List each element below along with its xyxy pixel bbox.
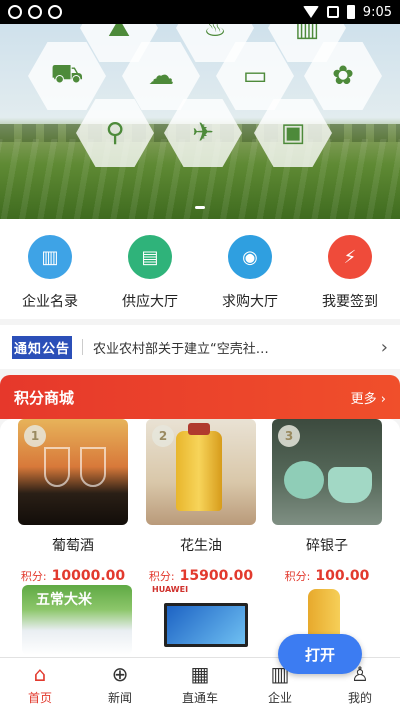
product-price: 积分: 100.00 bbox=[284, 568, 370, 584]
sync-icon bbox=[28, 5, 42, 19]
more-link[interactable]: 更多 › bbox=[351, 388, 386, 407]
battery-icon bbox=[346, 5, 355, 19]
product-image-wine: 1 bbox=[18, 419, 128, 525]
quick-menu: ▥ 企业名录 ▤ 供应大厅 ◉ 求购大厅 ⚡ 我要签到 bbox=[0, 219, 400, 319]
lightning-icon: ⚡ bbox=[328, 235, 372, 279]
product-card[interactable]: 3 碎银子 积分: 100.00 bbox=[272, 419, 382, 584]
product-card[interactable]: 1 葡萄酒 积分: 10000.00 bbox=[18, 419, 128, 584]
tab-news[interactable]: ⊕ 新闻 bbox=[80, 658, 160, 711]
product-image-oil: 2 bbox=[146, 419, 256, 525]
chevron-right-icon: › bbox=[380, 336, 388, 358]
home-icon: ⌂ bbox=[33, 662, 47, 686]
quick-item-supply[interactable]: ▤ 供应大厅 bbox=[105, 235, 195, 319]
notice-badge: 通知公告 bbox=[12, 335, 73, 359]
notification-icon bbox=[8, 5, 22, 19]
hero-banner[interactable]: ⛰ ♨ ▥ ⛟ ☁ ▭ ✿ ⚲ ✈ ▣ bbox=[0, 24, 400, 219]
grid-icon: ▦ bbox=[190, 662, 210, 686]
open-app-button[interactable]: 打开 bbox=[278, 634, 362, 674]
product-price: 积分: 10000.00 bbox=[20, 568, 126, 584]
tab-home[interactable]: ⌂ 首页 bbox=[0, 658, 80, 711]
folder-icon: ▤ bbox=[128, 235, 172, 279]
notice-bar[interactable]: 通知公告 农业农村部关于建立“空壳社… › bbox=[0, 325, 400, 369]
product-price: 积分: 15900.00 bbox=[148, 568, 254, 584]
status-time: 9:05 bbox=[362, 4, 392, 20]
app-screen: 9:05 ⛰ ♨ ▥ ⛟ ☁ ▭ ✿ ⚲ ✈ ▣ ▥ 企业名录 ▤ 供应大厅 ◉… bbox=[0, 0, 400, 711]
globe-icon: ⊕ bbox=[111, 662, 129, 686]
tab-direct[interactable]: ▦ 直通车 bbox=[160, 658, 240, 711]
product-name: 葡萄酒 bbox=[52, 538, 94, 554]
points-mall-list: 1 葡萄酒 积分: 10000.00 2 花生油 积分: 15900.00 3 … bbox=[0, 419, 400, 659]
product-name: 碎银子 bbox=[306, 538, 348, 554]
no-signal-icon bbox=[326, 6, 339, 18]
settings-icon bbox=[48, 5, 62, 19]
points-mall-title: 积分商城 bbox=[14, 388, 75, 407]
product-image-rice[interactable]: 五常大米 bbox=[22, 585, 132, 655]
quick-item-directory[interactable]: ▥ 企业名录 bbox=[5, 235, 95, 319]
quick-item-purchase[interactable]: ◉ 求购大厅 bbox=[205, 235, 295, 319]
carousel-indicator bbox=[195, 206, 205, 209]
product-card[interactable]: 2 花生油 积分: 15900.00 bbox=[146, 419, 256, 584]
product-image-teaset: 3 bbox=[272, 419, 382, 525]
status-bar: 9:05 bbox=[0, 0, 400, 24]
basket-icon: ◉ bbox=[228, 235, 272, 279]
building-icon: ▥ bbox=[28, 235, 72, 279]
wifi-icon bbox=[302, 6, 319, 18]
product-image-laptop[interactable]: HUAWEI bbox=[150, 585, 260, 655]
product-name: 花生油 bbox=[180, 538, 222, 554]
points-mall-header: 积分商城 更多 › bbox=[0, 375, 400, 419]
quick-item-checkin[interactable]: ⚡ 我要签到 bbox=[305, 235, 395, 319]
notice-text: 农业农村部关于建立“空壳社… bbox=[93, 341, 269, 357]
